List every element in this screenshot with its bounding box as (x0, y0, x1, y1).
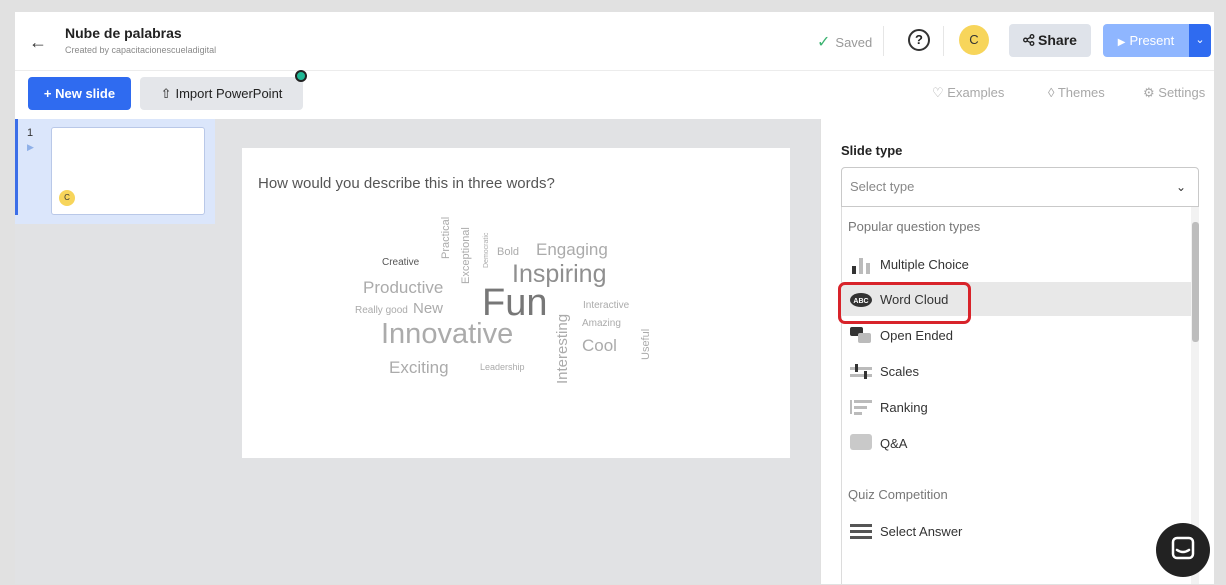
word-cloud-word: Democratic (483, 232, 490, 268)
chevron-down-icon: ⌄ (1175, 180, 1186, 194)
word-cloud-word: Exceptional (460, 227, 472, 284)
highlight-annotation (838, 282, 971, 324)
select-placeholder: Select type (850, 179, 915, 194)
selected-slide-indicator (15, 119, 18, 215)
bar-chart-icon (852, 258, 870, 274)
word-cloud-word: Exciting (389, 358, 449, 377)
import-label: Import PowerPoint (175, 86, 283, 101)
import-powerpoint-button[interactable]: ⇧ Import PowerPoint (140, 77, 303, 110)
help-icon[interactable]: ? (908, 29, 930, 51)
chevron-down-icon: ⌄ (1195, 34, 1205, 46)
word-cloud-word: Innovative (381, 318, 514, 350)
slide-type-select[interactable]: Select type ⌄ (841, 167, 1199, 207)
word-cloud-word: Interesting (554, 313, 571, 384)
option-scales[interactable]: Scales (841, 354, 1191, 388)
option-ranking[interactable]: Ranking (841, 390, 1191, 424)
slide-question: How would you describe this in three wor… (258, 175, 555, 192)
slide-number: 1 (27, 127, 34, 139)
play-icon: ▶ (27, 142, 34, 152)
themes-label: Themes (1057, 85, 1105, 100)
word-cloud-word: Useful (640, 328, 652, 360)
presentation-subtitle: Created by capacitacionescueladigital (65, 45, 217, 55)
present-button[interactable]: ▶ Present (1103, 24, 1189, 57)
speech-bubbles-icon (850, 327, 871, 343)
option-multiple-choice[interactable]: Multiple Choice (841, 247, 1191, 281)
settings-label: Settings (1158, 85, 1206, 100)
option-label: Select Answer (880, 524, 963, 539)
word-cloud-word: Creative (382, 257, 420, 268)
avatar[interactable]: C (959, 25, 989, 55)
settings-link[interactable]: ⚙ Settings (1143, 85, 1205, 101)
avatar: C (59, 190, 75, 206)
play-icon: ▶ (1117, 37, 1126, 48)
chat-launcher-button[interactable] (1156, 523, 1210, 577)
gear-icon: ⚙ (1143, 85, 1155, 100)
present-label: Present (1129, 33, 1175, 48)
drop-icon: ◊ (1048, 85, 1055, 100)
presentation-title[interactable]: Nube de palabras (65, 25, 182, 41)
new-badge-dot (295, 70, 307, 82)
sliders-icon (850, 364, 872, 379)
header-divider (15, 70, 1214, 71)
word-cloud-word: Productive (363, 278, 444, 297)
app-window: ← Nube de palabras Created by capacitaci… (15, 12, 1214, 584)
word-cloud-word: Cool (582, 336, 617, 355)
chat-icon (1171, 536, 1195, 560)
option-label: Q&A (880, 436, 908, 451)
present-dropdown-button[interactable]: ⌄ (1189, 24, 1211, 57)
word-cloud-word: Leadership (480, 362, 525, 372)
divider (883, 26, 884, 56)
saved-label: Saved (835, 35, 873, 50)
saved-status: ✓ Saved (817, 32, 872, 52)
word-cloud-word: Engaging (536, 240, 608, 259)
divider (943, 26, 944, 56)
slide-type-title: Slide type (841, 143, 903, 158)
share-button[interactable]: Share (1009, 24, 1091, 57)
group-heading: Popular question types (848, 219, 981, 234)
examples-label: Examples (947, 85, 1005, 100)
word-cloud-word: New (413, 300, 444, 317)
share-label: Share (1038, 32, 1077, 48)
word-cloud-word: Amazing (582, 318, 621, 329)
slide-thumbnail[interactable] (51, 127, 205, 215)
upload-icon: ⇧ (160, 86, 172, 101)
qa-bubble-icon (850, 434, 872, 450)
option-label: Ranking (880, 400, 928, 415)
new-slide-button[interactable]: + New slide (28, 77, 131, 110)
group-heading: Quiz Competition (848, 487, 948, 502)
word-cloud-word: Practical (440, 216, 452, 259)
examples-link[interactable]: ♡ Examples (932, 85, 1004, 101)
back-arrow-icon[interactable]: ← (29, 32, 47, 53)
lightbulb-icon: ♡ (932, 85, 944, 100)
share-icon (1023, 34, 1035, 46)
themes-link[interactable]: ◊ Themes (1048, 85, 1105, 100)
ranking-icon (850, 400, 872, 415)
option-label: Multiple Choice (880, 257, 969, 272)
option-qa[interactable]: Q&A (841, 426, 1191, 460)
list-icon (850, 524, 872, 539)
word-cloud-word: Bold (497, 246, 520, 258)
option-select-answer[interactable]: Select Answer (841, 514, 1191, 548)
scrollbar-thumb[interactable] (1192, 222, 1199, 342)
option-label: Scales (880, 364, 920, 379)
word-cloud-word: Really good (355, 305, 408, 316)
word-cloud-word: Interactive (583, 300, 630, 311)
option-label: Open Ended (880, 328, 954, 343)
checkmark-icon: ✓ (817, 34, 831, 51)
